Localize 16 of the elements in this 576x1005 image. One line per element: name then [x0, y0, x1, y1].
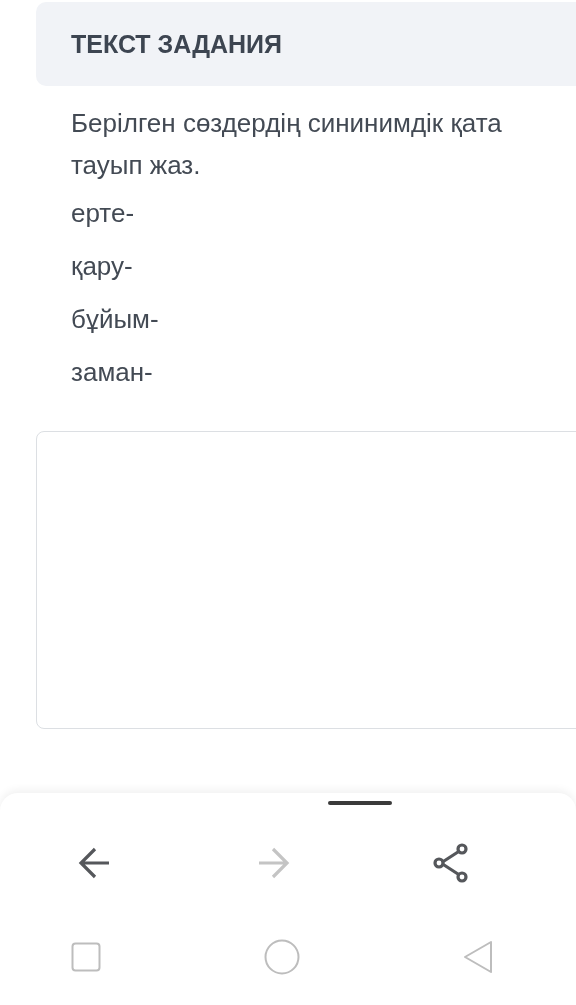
word-item: ерте- [71, 197, 135, 230]
word-item: бұйым- [71, 303, 159, 336]
triangle-icon [462, 940, 494, 974]
home-button[interactable] [262, 937, 302, 977]
word-item: заман- [71, 356, 153, 389]
task-text: тауып жаз. [71, 149, 202, 182]
word-item: қару- [71, 250, 133, 283]
back-arrow-icon [78, 846, 112, 880]
share-icon [432, 843, 470, 883]
circle-icon [264, 939, 300, 975]
square-icon [71, 942, 101, 972]
task-text: Берілген сөздердің сининимдік қата [71, 107, 503, 140]
forward-arrow-icon [256, 846, 290, 880]
answer-box[interactable] [36, 431, 576, 729]
drag-handle[interactable] [328, 801, 392, 805]
section-title: ТЕКСТ ЗАДАНИЯ [71, 29, 283, 59]
